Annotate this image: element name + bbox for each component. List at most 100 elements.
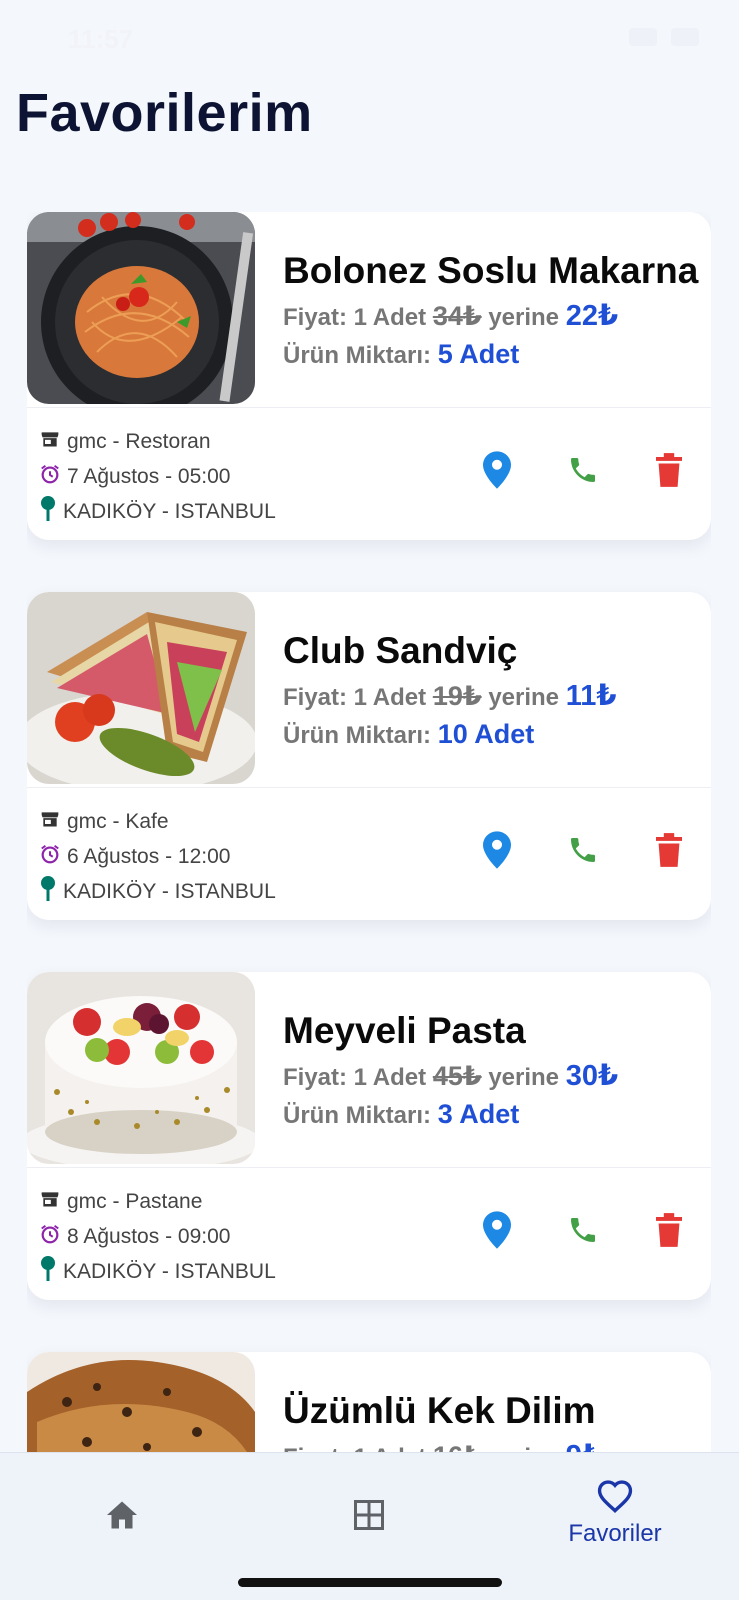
store-icon [39, 429, 61, 455]
call-button[interactable] [567, 830, 599, 870]
status-icons [629, 28, 699, 46]
home-icon [107, 1501, 137, 1529]
price-prefix: Fiyat: 1 Adet [283, 1444, 426, 1452]
seller-row: gmc - Kafe [39, 804, 276, 839]
location-pin-icon [483, 1211, 511, 1249]
new-price: 9₺ [566, 1440, 602, 1452]
old-price: 34₺ [432, 301, 482, 331]
time-text: 6 Ağustos - 12:00 [67, 844, 231, 868]
location-pin-icon [483, 831, 511, 869]
instead-label: yerine [488, 1064, 560, 1091]
item-title[interactable]: Club Sandviç [283, 630, 703, 672]
location-text: KADIKÖY - ISTANBUL [63, 499, 276, 523]
call-button[interactable] [567, 450, 599, 490]
nav-home[interactable] [62, 1479, 182, 1538]
time-text: 7 Ağustos - 05:00 [67, 464, 231, 488]
map-location-button[interactable] [481, 450, 513, 490]
instead-label: yerine [488, 684, 560, 711]
location-pin-icon [483, 451, 511, 489]
nav-categories[interactable] [309, 1479, 429, 1538]
favorite-card[interactable]: Bolonez Soslu Makarna Fiyat: 1 Adet 34₺ … [27, 212, 711, 540]
qty-value: 3 Adet [437, 1099, 520, 1129]
qty-prefix: Ürün Miktarı: [283, 722, 432, 749]
fruit-cake-icon [27, 972, 255, 1164]
new-price: 22₺ [565, 300, 619, 332]
old-price: 45₺ [432, 1061, 482, 1091]
status-time: 11:57 [68, 24, 134, 54]
old-price: 16₺ [433, 1441, 482, 1452]
sandwich-icon [27, 592, 255, 784]
phone-icon [571, 1218, 595, 1242]
pin-icon [39, 495, 57, 528]
new-price: 30₺ [565, 1060, 619, 1092]
heart-icon [597, 1480, 633, 1514]
item-quantity: Ürün Miktarı: 5 Adet [283, 339, 703, 370]
delete-button[interactable] [653, 830, 685, 870]
location-row: KADIKÖY - ISTANBUL [39, 874, 276, 909]
item-quantity: Ürün Miktarı: 3 Adet [283, 1099, 703, 1130]
status-bar: 11:57 [0, 0, 739, 80]
battery-icon [671, 28, 699, 46]
qty-value: 10 Adet [437, 719, 535, 749]
time-row: 6 Ağustos - 12:00 [39, 839, 276, 874]
pasta-plate-icon [27, 212, 255, 404]
item-quantity: Ürün Miktarı: 10 Adet [283, 719, 703, 750]
qty-prefix: Ürün Miktarı: [283, 1102, 432, 1129]
page-title: Favorilerim [16, 83, 313, 143]
home-indicator [238, 1578, 502, 1587]
seller-row: gmc - Pastane [39, 1184, 276, 1219]
delete-button[interactable] [653, 450, 685, 490]
trash-icon [656, 453, 682, 487]
nav-favorites[interactable]: Favoriler [555, 1479, 675, 1548]
location-row: KADIKÖY - ISTANBUL [39, 1254, 276, 1289]
item-title[interactable]: Bolonez Soslu Makarna [283, 250, 703, 292]
seller-text: gmc - Pastane [67, 1189, 203, 1213]
map-location-button[interactable] [481, 830, 513, 870]
favorite-card[interactable]: Meyveli Pasta Fiyat: 1 Adet 45₺ yerine 3… [27, 972, 711, 1300]
time-text: 8 Ağustos - 09:00 [67, 1224, 231, 1248]
phone-icon [571, 458, 595, 482]
favorites-list[interactable]: Bolonez Soslu Makarna Fiyat: 1 Adet 34₺ … [27, 212, 711, 1452]
location-text: KADIKÖY - ISTANBUL [63, 1259, 276, 1283]
trash-icon [656, 1213, 682, 1247]
seller-row: gmc - Restoran [39, 424, 276, 459]
location-text: KADIKÖY - ISTANBUL [63, 879, 276, 903]
call-button[interactable] [567, 1210, 599, 1250]
wifi-icon [629, 28, 657, 46]
trash-icon [656, 833, 682, 867]
item-title[interactable]: Meyveli Pasta [283, 1010, 703, 1052]
raisin-cake-icon [27, 1352, 255, 1452]
old-price: 19₺ [432, 681, 482, 711]
map-location-button[interactable] [481, 1210, 513, 1250]
grid-icon [354, 1500, 384, 1530]
instead-label: yerine [488, 1444, 559, 1452]
alarm-clock-icon [39, 843, 61, 871]
price-prefix: Fiyat: 1 Adet [283, 304, 427, 331]
alarm-clock-icon [39, 1223, 61, 1251]
instead-label: yerine [488, 304, 560, 331]
favorite-card[interactable]: Üzümlü Kek Dilim Fiyat: 1 Adet 16₺ yerin… [27, 1352, 711, 1452]
time-row: 8 Ağustos - 09:00 [39, 1219, 276, 1254]
item-title[interactable]: Üzümlü Kek Dilim [283, 1390, 703, 1432]
seller-text: gmc - Restoran [67, 429, 211, 453]
price-prefix: Fiyat: 1 Adet [283, 1064, 427, 1091]
time-row: 7 Ağustos - 05:00 [39, 459, 276, 494]
favorite-card[interactable]: Club Sandviç Fiyat: 1 Adet 19₺ yerine 11… [27, 592, 711, 920]
location-row: KADIKÖY - ISTANBUL [39, 494, 276, 529]
store-icon [39, 809, 61, 835]
pin-icon [39, 1255, 57, 1288]
new-price: 11₺ [565, 680, 617, 712]
qty-value: 5 Adet [437, 339, 520, 369]
item-price: Fiyat: 1 Adet 16₺ yerine 9₺ [283, 1438, 703, 1452]
nav-favorites-label: Favoriler [568, 1520, 662, 1547]
item-price: Fiyat: 1 Adet 34₺ yerine 22₺ [283, 298, 703, 333]
item-price: Fiyat: 1 Adet 45₺ yerine 30₺ [283, 1058, 703, 1093]
seller-text: gmc - Kafe [67, 809, 169, 833]
phone-icon [571, 838, 595, 862]
pin-icon [39, 875, 57, 908]
item-price: Fiyat: 1 Adet 19₺ yerine 11₺ [283, 678, 703, 713]
alarm-clock-icon [39, 463, 61, 491]
price-prefix: Fiyat: 1 Adet [283, 684, 427, 711]
qty-prefix: Ürün Miktarı: [283, 342, 432, 369]
delete-button[interactable] [653, 1210, 685, 1250]
